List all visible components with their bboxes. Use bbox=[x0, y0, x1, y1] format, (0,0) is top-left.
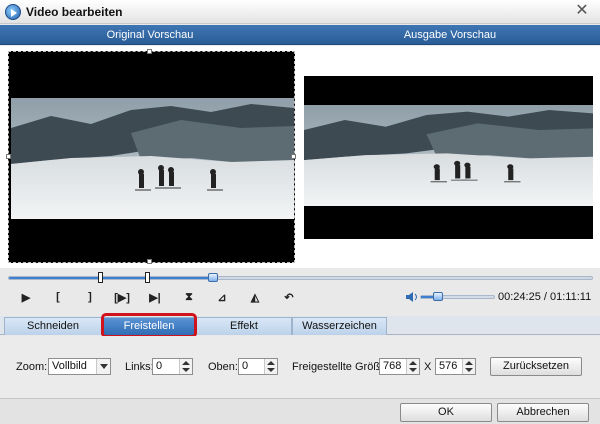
zoom-select[interactable]: Vollbild bbox=[48, 358, 111, 375]
crop-height-stepper[interactable] bbox=[462, 359, 475, 374]
close-icon[interactable]: ✕ bbox=[574, 3, 590, 19]
rotate-left-icon[interactable]: ⊿ bbox=[214, 290, 230, 304]
left-offset-value: 0 bbox=[156, 360, 163, 372]
crop-handle-left[interactable] bbox=[6, 154, 11, 159]
title-bar: Video bearbeiten ✕ bbox=[0, 0, 600, 24]
trim-start-marker[interactable] bbox=[97, 272, 103, 283]
timecode: 00:24:25 / 01:11:11 bbox=[498, 291, 591, 303]
undo-icon[interactable]: ↶ bbox=[281, 290, 297, 304]
rotate-right-icon[interactable]: ◭ bbox=[247, 290, 263, 304]
dialog-footer: OK Abbrechen bbox=[0, 398, 600, 424]
crop-panel: Zoom: Vollbild Links: 0 Oben: 0 Freigest… bbox=[0, 336, 600, 398]
seek-thumb[interactable] bbox=[207, 273, 218, 282]
crop-size-label: Freigestellte Größe: bbox=[292, 361, 390, 373]
time-separator: / bbox=[543, 291, 547, 303]
step-icon[interactable]: ▶| bbox=[147, 290, 163, 304]
original-preview[interactable] bbox=[6, 49, 296, 264]
crop-handle-bottom[interactable] bbox=[147, 259, 152, 264]
top-label: Oben: bbox=[208, 361, 238, 373]
zoom-value: Vollbild bbox=[52, 360, 87, 372]
output-video-frame bbox=[304, 105, 593, 206]
tab-highlight-annotation bbox=[101, 313, 197, 338]
time-current: 00:24:25 bbox=[498, 291, 541, 303]
volume-slider[interactable] bbox=[420, 292, 495, 301]
chevron-down-icon[interactable] bbox=[96, 359, 110, 374]
time-total: 01:11:11 bbox=[550, 291, 592, 303]
split-icon[interactable]: ⧗ bbox=[181, 290, 197, 304]
left-offset-stepper[interactable] bbox=[179, 359, 192, 374]
tab-wasserzeichen[interactable]: Wasserzeichen bbox=[292, 317, 387, 335]
ok-button[interactable]: OK bbox=[400, 403, 492, 422]
app-icon bbox=[5, 4, 21, 20]
volume-icon[interactable] bbox=[406, 292, 418, 302]
left-label: Links: bbox=[125, 361, 154, 373]
top-offset-stepper[interactable] bbox=[264, 359, 277, 374]
crop-height-value: 576 bbox=[439, 360, 458, 372]
window-title: Video bearbeiten bbox=[26, 5, 123, 19]
reset-button[interactable]: Zurücksetzen bbox=[490, 357, 582, 376]
output-preview bbox=[304, 76, 593, 239]
volume-thumb[interactable] bbox=[432, 292, 443, 301]
crop-width-input[interactable]: 768 bbox=[379, 358, 420, 375]
play-icon[interactable]: ▶ bbox=[18, 290, 34, 304]
left-offset-input[interactable]: 0 bbox=[152, 358, 193, 375]
crop-handle-top[interactable] bbox=[147, 49, 152, 54]
seek-bar[interactable] bbox=[8, 272, 593, 283]
trim-end-marker[interactable] bbox=[145, 272, 151, 283]
tab-schneiden[interactable]: Schneiden bbox=[4, 317, 102, 335]
mark-in-icon[interactable]: [ bbox=[50, 290, 66, 304]
crop-width-value: 768 bbox=[383, 360, 402, 372]
tab-strip: Schneiden Freistellen Effekt Wasserzeich… bbox=[0, 316, 600, 335]
play-segment-icon[interactable]: [▶] bbox=[114, 290, 130, 304]
tab-effekt[interactable]: Effekt bbox=[196, 317, 292, 335]
original-video-frame bbox=[11, 98, 294, 219]
crop-height-input[interactable]: 576 bbox=[435, 358, 476, 375]
original-preview-label: Original Vorschau bbox=[106, 29, 194, 41]
mark-out-icon[interactable]: ] bbox=[82, 290, 98, 304]
crop-handle-right[interactable] bbox=[291, 154, 296, 159]
top-offset-input[interactable]: 0 bbox=[238, 358, 278, 375]
preview-header: Original Vorschau Ausgabe Vorschau bbox=[0, 25, 600, 45]
size-separator: X bbox=[424, 361, 432, 373]
seek-progress bbox=[9, 277, 214, 279]
top-offset-value: 0 bbox=[242, 360, 249, 372]
crop-width-stepper[interactable] bbox=[406, 359, 419, 374]
preview-area bbox=[0, 46, 600, 268]
zoom-label: Zoom: bbox=[16, 361, 48, 373]
cancel-button[interactable]: Abbrechen bbox=[497, 403, 589, 422]
output-preview-label: Ausgabe Vorschau bbox=[403, 29, 497, 41]
